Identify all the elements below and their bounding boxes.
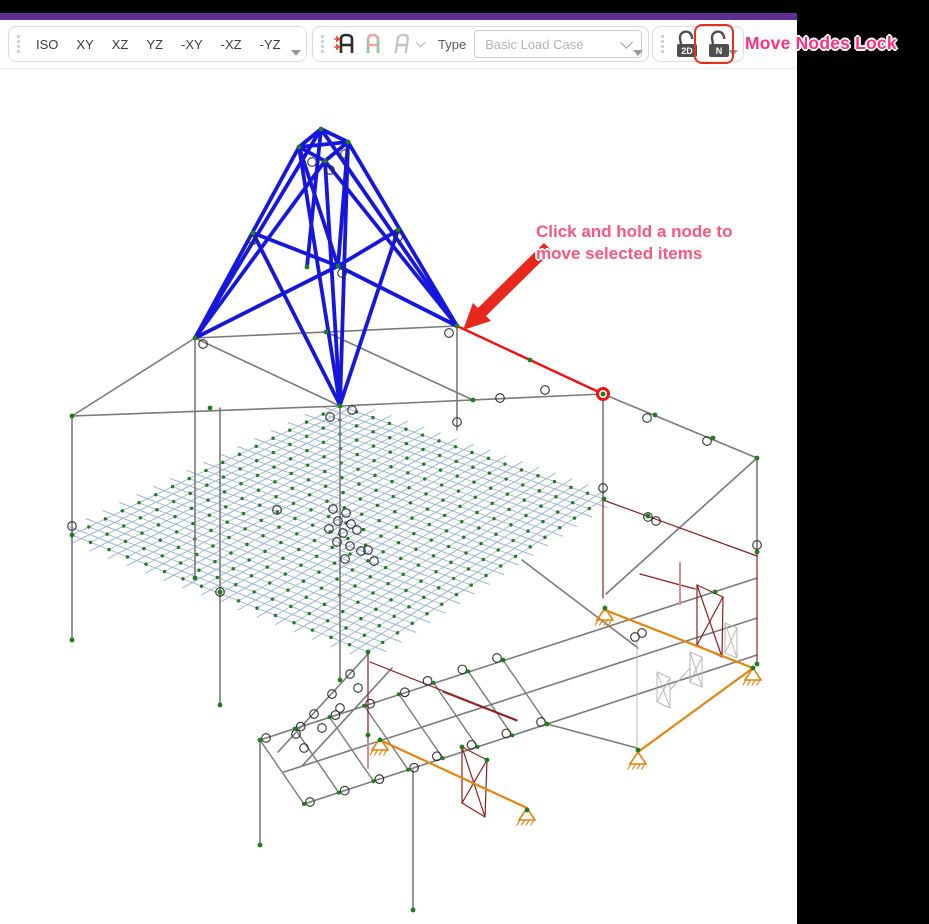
selected-member xyxy=(457,326,609,400)
main-toolbar: ISO XY XZ YZ -XY -XZ -YZ xyxy=(0,20,797,69)
dropdown-arrow-icon[interactable] xyxy=(728,50,738,56)
view-xz-button[interactable]: XZ xyxy=(103,37,138,52)
drag-handle-icon[interactable] xyxy=(321,35,325,53)
view-xy-button[interactable]: XY xyxy=(67,37,102,52)
screen-outside-area xyxy=(797,0,929,924)
type-label: Type xyxy=(438,37,466,52)
lock-nodes-glyph-text: N xyxy=(716,46,723,56)
callout-line-2: move selected items xyxy=(536,243,732,265)
drag-handle-icon[interactable] xyxy=(661,35,665,53)
view-neg-yz-button[interactable]: -YZ xyxy=(251,37,290,52)
plate-mesh xyxy=(69,404,607,654)
drag-handle-icon[interactable] xyxy=(17,35,21,53)
model-canvas[interactable] xyxy=(0,0,929,924)
lock-2d-glyph-text: 2D xyxy=(681,46,693,56)
view-buttons-group: ISO XY XZ YZ -XY -XZ -YZ xyxy=(8,26,307,62)
chevron-down-icon xyxy=(620,36,633,49)
render-loadcase-group: Type Basic Load Case xyxy=(312,26,649,62)
lock-2d-button[interactable]: 2D xyxy=(671,27,703,61)
dropdown-arrow-icon[interactable] xyxy=(291,50,301,56)
view-yz-button[interactable]: YZ xyxy=(137,37,172,52)
load-case-select[interactable]: Basic Load Case xyxy=(474,30,642,58)
member-render-ghost-icon[interactable] xyxy=(389,29,413,59)
callout-annotation: Click and hold a node to move selected i… xyxy=(536,221,732,265)
chevron-down-icon[interactable] xyxy=(416,38,426,48)
view-neg-xz-button[interactable]: -XZ xyxy=(212,37,251,52)
dropdown-arrow-icon[interactable] xyxy=(633,50,643,56)
view-neg-xy-button[interactable]: -XY xyxy=(172,37,212,52)
load-case-placeholder: Basic Load Case xyxy=(485,37,583,52)
window-title-bar xyxy=(0,0,929,13)
view-iso-button[interactable]: ISO xyxy=(27,37,67,52)
lock-tools-group: 2D N xyxy=(652,26,744,62)
member-render-solid-icon[interactable] xyxy=(333,29,357,59)
dark-red-members xyxy=(368,500,757,817)
move-nodes-lock-annotation: Move Nodes Lock xyxy=(745,33,897,54)
callout-line-1: Click and hold a node to xyxy=(536,221,732,243)
app-accent-bar xyxy=(0,13,797,20)
member-render-colored-icon[interactable] xyxy=(361,29,385,59)
